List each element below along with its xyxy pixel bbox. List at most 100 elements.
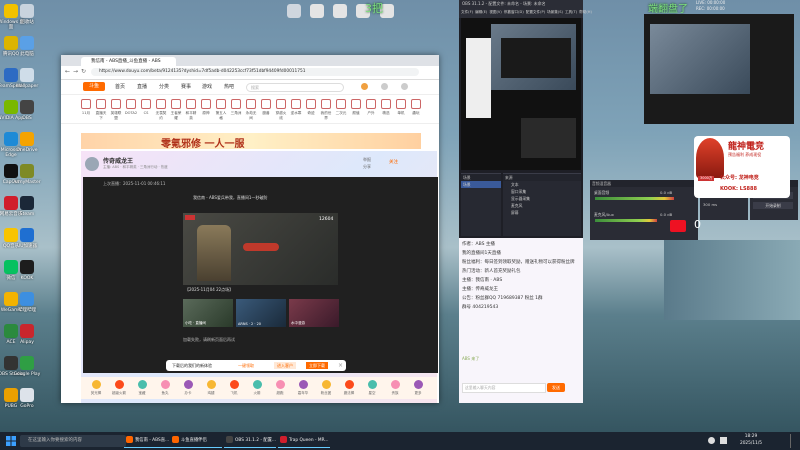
download-icon[interactable] xyxy=(401,83,408,90)
source-item[interactable]: 文本 xyxy=(503,181,581,188)
category-item[interactable]: 我的世界 xyxy=(319,99,333,121)
desktop-app-icon[interactable] xyxy=(20,292,34,306)
desktop-app-icon[interactable] xyxy=(4,292,18,306)
desktop-file-icon[interactable] xyxy=(310,4,324,18)
obs-menu-item[interactable]: 配置文件(P) xyxy=(526,10,545,14)
desktop-app-icon[interactable] xyxy=(20,228,34,242)
desktop-app-icon[interactable] xyxy=(20,132,34,146)
category-item[interactable]: 穿越火线 xyxy=(274,99,288,121)
gift-item[interactable]: 更多 xyxy=(409,380,427,396)
obs-menu-item[interactable]: 停靠窗口(D) xyxy=(504,10,524,14)
site-search-input[interactable]: 搜索 xyxy=(246,83,344,92)
category-item[interactable]: 原神 xyxy=(199,99,213,116)
gift-item[interactable]: 粉丝团 xyxy=(317,380,335,396)
desktop-app-icon[interactable] xyxy=(4,228,18,242)
category-item[interactable]: CS xyxy=(139,99,153,115)
gift-item[interactable]: 嘉年华 xyxy=(294,380,312,396)
desktop-app-icon[interactable] xyxy=(4,132,18,146)
nav-events[interactable]: 赛事 xyxy=(181,83,191,90)
category-item[interactable]: 和平精英 xyxy=(184,99,198,121)
forward-icon[interactable]: → xyxy=(73,68,78,75)
recommend-thumb[interactable]: 小吃 · 直播间 xyxy=(183,299,233,327)
show-desktop-button[interactable] xyxy=(790,434,795,448)
gift-item[interactable]: 飞机 xyxy=(225,380,243,396)
category-item[interactable]: 单机 xyxy=(394,99,408,116)
gift-item[interactable]: 超级火箭 xyxy=(110,380,128,396)
popup-download-button[interactable]: 立即下载 xyxy=(306,362,328,369)
category-item[interactable]: 魔兽 xyxy=(259,99,273,116)
category-item[interactable]: DOTA2 xyxy=(124,99,138,115)
category-item[interactable]: 精选 xyxy=(379,99,393,116)
category-item[interactable]: 趣玩 xyxy=(409,99,423,116)
send-button[interactable]: 发送 xyxy=(547,383,565,392)
category-item[interactable]: 第五人格 xyxy=(214,99,228,121)
browser-tab[interactable]: 我信南 - ABS直播_斗鱼直播 - ABS xyxy=(81,57,176,66)
category-item[interactable]: 三角洲 xyxy=(229,99,243,116)
site-logo[interactable]: 斗鱼 xyxy=(83,82,105,91)
category-item[interactable]: 二次元 xyxy=(334,99,348,116)
desktop-app-icon[interactable] xyxy=(4,260,18,274)
network-icon[interactable] xyxy=(720,437,727,444)
desktop-app-icon[interactable] xyxy=(20,356,34,370)
desktop-app-icon[interactable] xyxy=(20,260,34,274)
history-icon[interactable] xyxy=(381,83,388,90)
category-item[interactable]: 逆水寒 xyxy=(289,99,303,116)
desktop-app-icon[interactable] xyxy=(4,100,18,114)
gift-item[interactable]: 星空 xyxy=(363,380,381,396)
obs-preview[interactable] xyxy=(461,18,581,170)
category-item[interactable]: 奇迹 xyxy=(304,99,318,116)
nav-hot[interactable]: 热吧 xyxy=(224,83,234,90)
category-item[interactable]: 颜值 xyxy=(349,99,363,116)
desktop-app-icon[interactable] xyxy=(20,36,34,50)
gift-item[interactable]: 荧光棒 xyxy=(87,380,105,396)
taskbar-app[interactable]: 斗鱼直播伴侣 xyxy=(170,435,222,448)
scene-item[interactable]: 场景 xyxy=(461,181,501,188)
taskbar-app[interactable]: Trap Queen - MR... xyxy=(278,435,330,448)
video-player[interactable]: 上次直播：2025-11-01 00:46:11 我信南 - ABS爱兵带我，直… xyxy=(83,177,438,373)
gift-item[interactable]: 宝藏 xyxy=(133,380,151,396)
obs-menu-item[interactable]: 视图(V) xyxy=(489,10,501,14)
desktop-app-icon[interactable] xyxy=(20,324,34,338)
desktop-app-icon[interactable] xyxy=(4,4,18,18)
chat-input[interactable]: 这里输入聊天内容 xyxy=(462,383,546,393)
gift-item[interactable]: 贵族 xyxy=(386,380,404,396)
volume-icon[interactable] xyxy=(708,437,715,444)
obs-menu-item[interactable]: 工具(T) xyxy=(565,10,577,14)
obs-menu-item[interactable]: 文件(F) xyxy=(461,10,473,14)
promo-banner[interactable]: 零氪邪修 一人一服 xyxy=(81,133,421,150)
start-icon[interactable] xyxy=(6,436,16,446)
source-item[interactable]: 窗口采集 xyxy=(503,188,581,195)
desktop-app-icon[interactable] xyxy=(4,388,18,402)
transition-duration[interactable]: 300 ms xyxy=(703,202,717,207)
play-button[interactable] xyxy=(243,243,279,251)
desktop-file-icon[interactable] xyxy=(287,4,301,18)
popup-claim[interactable]: 一键领取 xyxy=(238,362,254,369)
gift-item[interactable]: 魔法棒 xyxy=(340,380,358,396)
desktop-app-icon[interactable] xyxy=(4,164,18,178)
category-item[interactable]: 王者荣耀 xyxy=(169,99,183,121)
category-item[interactable]: 直播天下 xyxy=(94,99,108,121)
desktop-app-icon[interactable] xyxy=(20,68,34,82)
desktop-app-icon[interactable] xyxy=(4,324,18,338)
taskbar-app[interactable]: OBS 31.1.2 - 配置... xyxy=(224,435,276,448)
gift-item[interactable]: 超跑 xyxy=(271,380,289,396)
url-input[interactable]: https://www.douyu.com/beta/9124135?dyshi… xyxy=(91,68,419,76)
recommend-thumb[interactable]: ARNS · 2 · 20 xyxy=(236,299,286,327)
gift-item[interactable]: 鸡腿 xyxy=(202,380,220,396)
desktop-app-icon[interactable] xyxy=(4,356,18,370)
avatar[interactable] xyxy=(361,83,368,90)
desktop-app-icon[interactable] xyxy=(4,36,18,50)
desktop-app-icon[interactable] xyxy=(20,4,34,18)
taskbar-app[interactable]: 我信南 - ABS直... xyxy=(124,435,176,448)
close-icon[interactable]: × xyxy=(338,360,343,371)
nav-category[interactable]: 分类 xyxy=(159,83,169,90)
streamer-avatar[interactable] xyxy=(85,157,99,171)
gift-item[interactable]: 火箭 xyxy=(248,380,266,396)
desktop-file-icon[interactable] xyxy=(333,4,347,18)
gift-item[interactable]: 办卡 xyxy=(179,380,197,396)
desktop-app-icon[interactable] xyxy=(4,196,18,210)
source-item[interactable]: 麦克风 xyxy=(503,202,581,209)
recommend-thumb[interactable]: 水中漫游 xyxy=(289,299,339,327)
back-icon[interactable]: ← xyxy=(65,68,70,75)
desktop-app-icon[interactable] xyxy=(20,196,34,210)
